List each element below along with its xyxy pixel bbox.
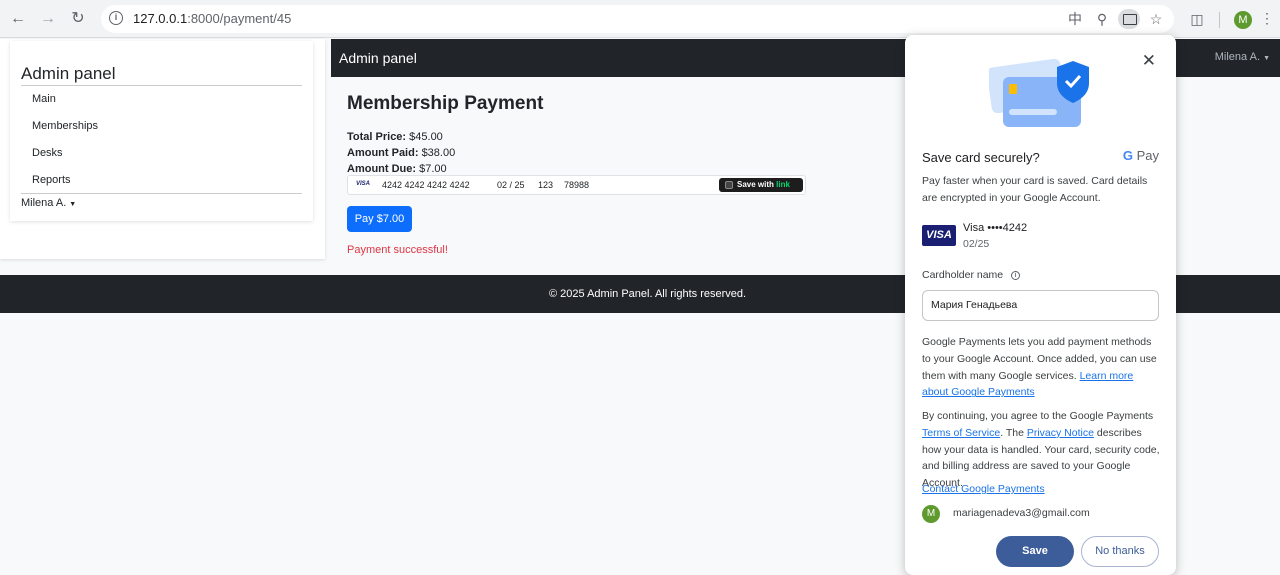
card-zip-field[interactable]: 78988 bbox=[564, 180, 589, 190]
site-info-icon[interactable]: i bbox=[109, 11, 123, 25]
forward-icon[interactable]: → bbox=[37, 8, 59, 30]
sidebar-divider bbox=[21, 85, 302, 86]
translate-icon[interactable]: 中 bbox=[1066, 10, 1084, 28]
account-email: mariagenadeva3@gmail.com bbox=[953, 507, 1090, 519]
sidebar-title: Admin panel bbox=[21, 64, 116, 83]
pay-button[interactable]: Pay $7.00 bbox=[347, 206, 412, 232]
sidebar-item-memberships[interactable]: Memberships bbox=[32, 120, 98, 132]
sidebar-user-dropdown[interactable]: Milena A. ▼ bbox=[21, 197, 76, 209]
save-button[interactable]: Save bbox=[996, 536, 1074, 567]
card-cvc-field[interactable]: 123 bbox=[538, 180, 553, 190]
dialog-title: Save card securely? bbox=[922, 150, 1040, 165]
visa-logo-icon: VISA bbox=[922, 225, 956, 246]
sidebar-item-reports[interactable]: Reports bbox=[32, 174, 71, 186]
card-expiry-field[interactable]: 02 / 25 bbox=[497, 180, 525, 190]
address-bar[interactable]: i 127.0.0.1:8000/payment/45 bbox=[101, 5, 1174, 33]
caret-down-icon: ▼ bbox=[69, 201, 77, 208]
payments-info: Google Payments lets you add payment met… bbox=[922, 336, 1157, 399]
zoom-icon[interactable]: ⚲ bbox=[1093, 10, 1111, 28]
payment-status: Payment successful! bbox=[347, 244, 448, 256]
checkbox-icon bbox=[725, 181, 733, 189]
back-icon[interactable]: ← bbox=[7, 8, 29, 30]
menu-icon[interactable]: ⋮ bbox=[1260, 10, 1274, 27]
extensions-icon[interactable]: ◫ bbox=[1188, 10, 1206, 28]
info-icon[interactable]: i bbox=[1011, 270, 1021, 280]
navbar-brand[interactable]: Admin panel bbox=[339, 50, 417, 66]
save-card-dialog: ✕ Save card securely? G Pay Pay faster w… bbox=[905, 35, 1176, 575]
card-expiry: 02/25 bbox=[963, 238, 990, 250]
page-title: Membership Payment bbox=[347, 93, 544, 114]
payment-card-icon[interactable] bbox=[1118, 9, 1140, 29]
toolbar-divider bbox=[1219, 12, 1220, 28]
sidebar-item-main[interactable]: Main bbox=[32, 93, 56, 105]
privacy-link[interactable]: Privacy Notice bbox=[1027, 427, 1094, 439]
caret-down-icon: ▼ bbox=[1263, 55, 1270, 62]
google-pay-logo: G Pay bbox=[1122, 148, 1159, 163]
reload-icon[interactable]: ↻ bbox=[67, 8, 89, 30]
dialog-intro: Pay faster when your card is saved. Card… bbox=[922, 175, 1148, 204]
no-thanks-button[interactable]: No thanks bbox=[1081, 536, 1159, 567]
contact-link[interactable]: Contact Google Payments bbox=[922, 483, 1045, 495]
footer-text: © 2025 Admin Panel. All rights reserved. bbox=[549, 288, 747, 300]
sidebar-item-desks[interactable]: Desks bbox=[32, 147, 63, 159]
card-number-field[interactable]: 4242 4242 4242 4242 bbox=[382, 180, 470, 190]
terms-info: By continuing, you agree to the Google P… bbox=[922, 410, 1160, 490]
contact-row: Contact Google Payments bbox=[922, 481, 1160, 498]
cardholder-name-input[interactable]: Мария Генадьева bbox=[922, 290, 1159, 321]
card-input[interactable]: VISA 4242 4242 4242 4242 02 / 25 123 789… bbox=[347, 175, 806, 195]
profile-avatar[interactable]: M bbox=[1234, 11, 1252, 29]
bookmark-star-icon[interactable]: ☆ bbox=[1147, 10, 1165, 28]
amount-paid: Amount Paid: $38.00 bbox=[347, 147, 456, 159]
url-text[interactable]: 127.0.0.1:8000/payment/45 bbox=[133, 11, 291, 26]
sidebar-divider bbox=[21, 193, 302, 194]
sidebar: Admin panel Main Memberships Desks Repor… bbox=[10, 41, 313, 221]
total-price: Total Price: $45.00 bbox=[347, 131, 443, 143]
terms-link[interactable]: Terms of Service bbox=[922, 427, 1000, 439]
close-icon[interactable]: ✕ bbox=[1142, 51, 1156, 71]
browser-toolbar: ← → ↻ i 127.0.0.1:8000/payment/45 中 ⚲ ☆ … bbox=[0, 0, 1280, 38]
card-summary: Visa ••••4242 bbox=[963, 222, 1028, 234]
secure-card-illustration bbox=[989, 58, 1089, 127]
cardholder-label: Cardholder name i bbox=[922, 269, 1021, 281]
save-with-link-button[interactable]: Save with link bbox=[719, 178, 803, 192]
sidebar-container: Admin panel Main Memberships Desks Repor… bbox=[0, 39, 325, 259]
account-avatar: M bbox=[922, 505, 940, 523]
visa-icon: VISA bbox=[356, 181, 371, 187]
navbar-user-dropdown[interactable]: Milena A. ▼ bbox=[1215, 51, 1270, 63]
main-content: Membership Payment Total Price: $45.00 A… bbox=[347, 93, 806, 256]
